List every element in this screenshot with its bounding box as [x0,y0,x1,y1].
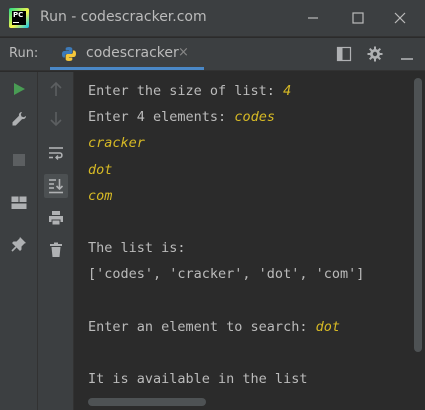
pin-tab-button[interactable] [7,232,31,256]
console-user-input: dot [315,318,340,335]
close-button[interactable] [386,4,414,32]
minimize-panel-icon [401,58,413,60]
window-title: Run - codescracker.com [40,9,207,25]
console-output-text: Enter 4 elements: [88,109,235,126]
console-line: Enter the size of list: 4 [88,78,411,104]
soft-wrap-icon [49,147,63,160]
stop-icon [13,154,25,166]
maximize-button[interactable] [344,4,372,32]
trash-icon [50,242,62,257]
up-stack-button[interactable] [44,77,68,101]
console-output-text: Enter the size of list: [88,83,284,99]
console-user-input: com [88,187,113,204]
console-line: com [88,183,411,209]
gear-icon [367,46,383,62]
print-button[interactable] [44,206,68,230]
console-user-input: codes [234,109,275,126]
close-icon [394,12,406,24]
down-stack-button[interactable] [44,107,68,131]
console-output-text: The list is: [88,240,186,257]
console-line: It is available in the list [88,366,411,392]
clear-all-button[interactable] [44,238,68,262]
console-output[interactable]: Enter the size of list: 4 Enter 4 element… [75,72,411,410]
layout-button[interactable] [335,45,353,63]
console-line: dot [88,157,411,183]
console-line: cracker [88,130,411,156]
maximize-icon [352,12,364,24]
run-toolbar: Run: codescracker × [0,38,425,71]
layout-grid-icon [11,196,27,209]
tab-close-button[interactable]: × [178,45,189,60]
console-line: ['codes', 'cracker', 'dot', 'com'] [88,261,411,287]
console-line: Enter an element to search: dot [88,314,411,340]
console-line: Enter 4 elements: codes [88,104,411,130]
minimize-button[interactable] [299,4,327,32]
pin-icon [11,237,26,252]
console-line: The list is: [88,235,411,261]
scroll-to-end-button[interactable] [44,174,68,198]
console-user-input: 4 [283,83,292,99]
title-bar: PC Run - codescracker.com [0,0,425,37]
console-output-text: Enter an element to search: [88,318,316,335]
tab-codescracker[interactable]: codescracker × [50,38,204,70]
scroll-to-end-icon [49,179,64,194]
python-icon [62,47,76,61]
left-tool-gutter [0,72,38,410]
arrow-down-icon [50,112,62,127]
minimize-icon [308,17,318,19]
tab-label: codescracker [86,45,179,61]
console-user-input: dot [88,161,113,178]
wrench-icon [12,112,26,126]
run-label: Run: [9,46,39,61]
pycharm-icon: PC [9,8,29,28]
rerun-button[interactable] [7,77,31,101]
horizontal-scrollbar-thumb[interactable] [88,398,206,406]
settings-button[interactable] [366,45,384,63]
run-icon [14,83,25,95]
console-user-input: cracker [88,135,145,152]
vertical-scrollbar-thumb[interactable] [414,78,422,352]
vertical-scrollbar[interactable] [411,72,425,410]
layout-icon [336,46,352,62]
arrow-up-icon [50,81,62,96]
hide-panel-button[interactable] [398,45,416,63]
edit-config-button[interactable] [7,107,31,131]
restore-layout-button[interactable] [7,191,31,215]
print-icon [49,211,63,226]
console-output-text: ['codes', 'cracker', 'dot', 'com'] [88,266,365,283]
stop-button[interactable] [7,148,31,172]
console-tool-gutter [38,72,74,410]
soft-wrap-button[interactable] [44,141,68,165]
console-output-text: It is available in the list [88,371,308,388]
